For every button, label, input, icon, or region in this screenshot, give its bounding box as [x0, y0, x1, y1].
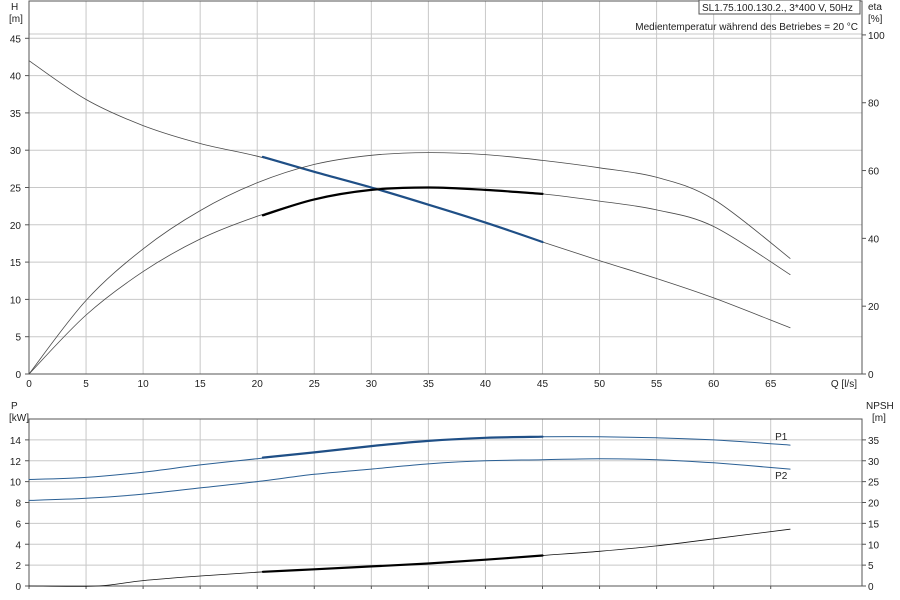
left-tick-top-5: 25: [10, 184, 22, 195]
right-axis-unit-top: [%]: [868, 14, 883, 25]
x-tick-1: 5: [83, 379, 89, 390]
pump-curve-chart: 0510152025303540450204060801000 5 10 15 20 25…: [9, 0, 894, 593]
left-tick-bottom-7: 14: [10, 436, 22, 447]
right-axis-unit-bottom: [m]: [872, 413, 886, 424]
right-tick-top-1: 20: [868, 302, 880, 313]
right-axis-title-top: eta: [868, 2, 882, 13]
right-axis-title-bottom: NPSH: [866, 401, 894, 412]
left-axis-title-top: H: [11, 2, 18, 13]
left-tick-top-7: 35: [10, 109, 22, 120]
series-label-p1: P1: [775, 432, 788, 443]
left-tick-bottom-5: 10: [10, 478, 22, 489]
left-tick-top-6: 30: [10, 146, 22, 157]
right-tick-top-5: 100: [868, 31, 885, 42]
x-axis-label: Q [l/s]: [831, 379, 857, 390]
x-tick-5: 25: [309, 379, 321, 390]
left-axis-title-bottom: P: [11, 401, 18, 412]
left-tick-top-4: 20: [10, 221, 22, 232]
performance-panel: 0 5 10 15 20 25 30 35 40 45 0 20 40 60 80 100 0 5 10 15 20 25…: [9, 0, 885, 390]
right-tick-top-2: 40: [868, 234, 880, 245]
right-tick-bottom-3: 15: [868, 519, 880, 530]
power-npsh-panel: 0 2 4 6 8 10 12 14 0 5 10 15 20 25 30 35 P[kW] NPSH[m] P1 P…: [9, 401, 894, 593]
left-tick-top-8: 40: [10, 72, 22, 83]
left-tick-bottom-1: 2: [15, 561, 21, 572]
x-tick-13: 65: [765, 379, 777, 390]
left-tick-top-1: 5: [15, 333, 21, 344]
x-tick-0: 0: [26, 379, 32, 390]
left-tick-bottom-4: 8: [15, 499, 21, 510]
x-tick-2: 10: [138, 379, 150, 390]
x-tick-12: 60: [708, 379, 720, 390]
x-tick-4: 20: [252, 379, 264, 390]
x-tick-9: 45: [537, 379, 549, 390]
left-tick-bottom-0: 0: [15, 582, 21, 593]
x-tick-3: 15: [195, 379, 207, 390]
right-tick-bottom-5: 25: [868, 478, 880, 489]
left-tick-top-0: 0: [15, 370, 21, 381]
left-tick-bottom-6: 12: [10, 457, 22, 468]
right-tick-bottom-0: 0: [868, 582, 874, 593]
right-tick-bottom-4: 20: [868, 499, 880, 510]
left-tick-top-9: 45: [10, 34, 22, 45]
temperature-note: Medientemperatur während des Betriebes =…: [635, 22, 858, 33]
x-tick-8: 40: [480, 379, 492, 390]
x-tick-11: 55: [651, 379, 663, 390]
left-tick-top-2: 10: [10, 295, 22, 306]
left-axis-unit-bottom: [kW]: [9, 413, 29, 424]
right-tick-bottom-1: 5: [868, 561, 874, 572]
right-tick-top-0: 0: [868, 370, 874, 381]
right-tick-bottom-2: 10: [868, 540, 880, 551]
x-tick-7: 35: [423, 379, 435, 390]
right-tick-top-4: 80: [868, 99, 880, 110]
left-axis-unit-top: [m]: [9, 14, 23, 25]
right-tick-top-3: 60: [868, 167, 880, 178]
x-tick-10: 50: [594, 379, 606, 390]
left-tick-top-3: 15: [10, 258, 22, 269]
left-tick-bottom-3: 6: [15, 519, 21, 530]
right-tick-bottom-6: 30: [868, 457, 880, 468]
right-tick-bottom-7: 35: [868, 436, 880, 447]
x-tick-6: 30: [366, 379, 378, 390]
series-label-p2: P2: [775, 471, 788, 482]
left-tick-bottom-2: 4: [15, 540, 21, 551]
model-label: SL1.75.100.130.2., 3*400 V, 50Hz: [702, 3, 853, 14]
model-label-box: SL1.75.100.130.2., 3*400 V, 50Hz: [698, 0, 861, 15]
